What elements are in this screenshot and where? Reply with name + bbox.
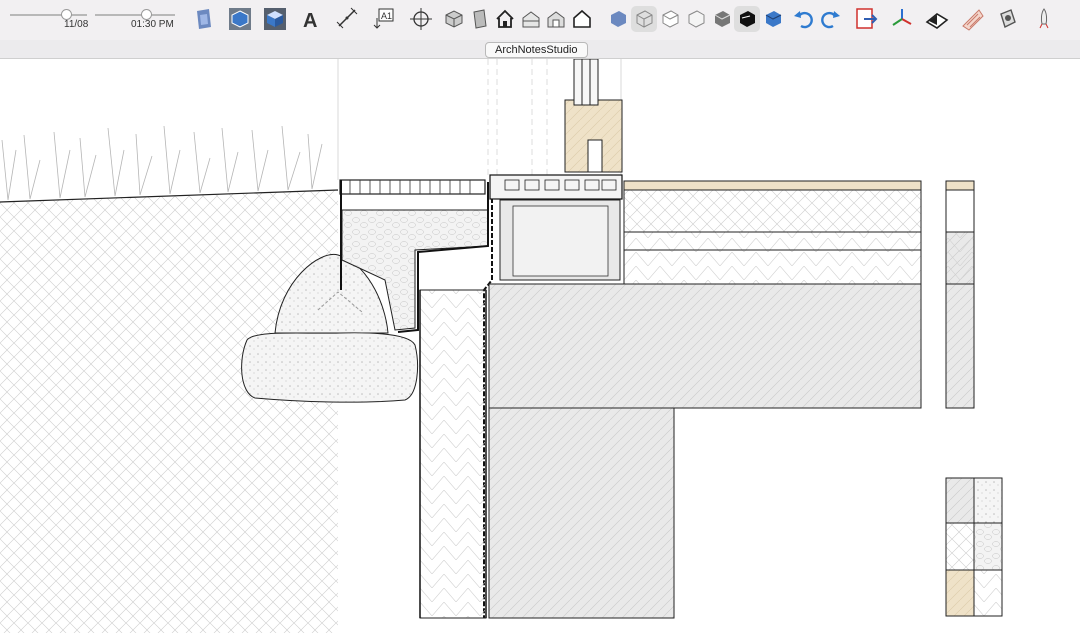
component-tool-button[interactable]	[441, 6, 467, 32]
tab-bar: ArchNotesStudio	[0, 40, 1080, 59]
style-color-tool-button[interactable]	[760, 6, 786, 32]
house-open-icon	[547, 11, 565, 28]
home-tool-button[interactable]	[492, 6, 518, 32]
text-3d-tool-button[interactable]: A	[298, 6, 324, 32]
layout-icon	[925, 13, 949, 29]
house-open-tool-button[interactable]	[543, 6, 569, 32]
paint-bucket-icon	[1000, 9, 1016, 28]
orbit-tool-button[interactable]	[408, 6, 434, 32]
text-tag-icon: A1	[373, 8, 394, 29]
orbit-icon	[410, 8, 432, 30]
monochrome-style-icon	[740, 11, 755, 27]
group-tool-button[interactable]	[467, 6, 493, 32]
time-label: 01:30 PM	[131, 19, 174, 30]
export-icon	[856, 8, 878, 29]
redo-tool-button[interactable]	[817, 6, 843, 32]
style-shaded-tool-button[interactable]	[683, 6, 709, 32]
time-slider[interactable]	[95, 9, 175, 20]
house-outline-tool-button[interactable]	[569, 6, 595, 32]
date-label: 11/08	[64, 19, 89, 30]
toolbar: 11/08 01:30 PM A A1	[0, 0, 1080, 41]
material-legend	[945, 477, 1003, 617]
3d-text-icon: A	[303, 10, 317, 32]
axes-icon	[892, 9, 912, 26]
undo-icon	[794, 11, 813, 29]
svg-text:A: A	[303, 10, 317, 32]
house-outline-icon	[573, 9, 591, 28]
material-tool-button[interactable]	[959, 6, 985, 32]
style-monochrome-tool-button[interactable]	[734, 6, 760, 32]
style-xray-tool-button[interactable]	[605, 6, 631, 32]
section-detail-drawing[interactable]	[0, 58, 1080, 633]
hidden-line-style-icon	[662, 10, 679, 28]
house-section-tool-button[interactable]	[518, 6, 544, 32]
group-icon	[473, 9, 487, 29]
style-hidden-line-tool-button[interactable]	[657, 6, 683, 32]
wireframe-style-icon	[636, 10, 653, 28]
drawing-canvas[interactable]	[0, 58, 1080, 633]
color-style-icon	[765, 11, 782, 27]
date-slider[interactable]	[10, 9, 87, 20]
rocket-icon	[1039, 8, 1049, 29]
section-plane-tool-button[interactable]	[191, 6, 217, 32]
home-icon	[496, 9, 514, 28]
dimension-tool-button[interactable]	[335, 6, 361, 32]
tab-archnotesstudio[interactable]: ArchNotesStudio	[485, 42, 588, 58]
svg-text:A1: A1	[381, 11, 392, 21]
cube-top-icon	[264, 8, 286, 30]
dimension-icon	[336, 7, 358, 29]
iso-cube-icon	[229, 8, 251, 30]
rocket-tool-button[interactable]	[1031, 6, 1057, 32]
redo-icon	[821, 11, 840, 29]
paint-tool-button[interactable]	[995, 6, 1021, 32]
axes-tool-button[interactable]	[889, 6, 915, 32]
export-tool-button[interactable]	[854, 6, 880, 32]
house-section-icon	[522, 11, 540, 28]
layout-tool-button[interactable]	[924, 6, 950, 32]
material-icon	[962, 9, 984, 31]
textured-style-icon	[714, 11, 731, 27]
top-view-tool-button[interactable]	[262, 6, 288, 32]
text-tag-tool-button[interactable]: A1	[371, 6, 397, 32]
section-plane-icon	[197, 9, 211, 29]
xray-style-icon	[611, 11, 626, 27]
style-wireframe-tool-button[interactable]	[631, 6, 657, 32]
iso-view-tool-button[interactable]	[227, 6, 253, 32]
style-textured-tool-button[interactable]	[709, 6, 735, 32]
component-icon	[445, 10, 463, 28]
shaded-style-icon	[688, 10, 705, 28]
undo-tool-button[interactable]	[791, 6, 817, 32]
